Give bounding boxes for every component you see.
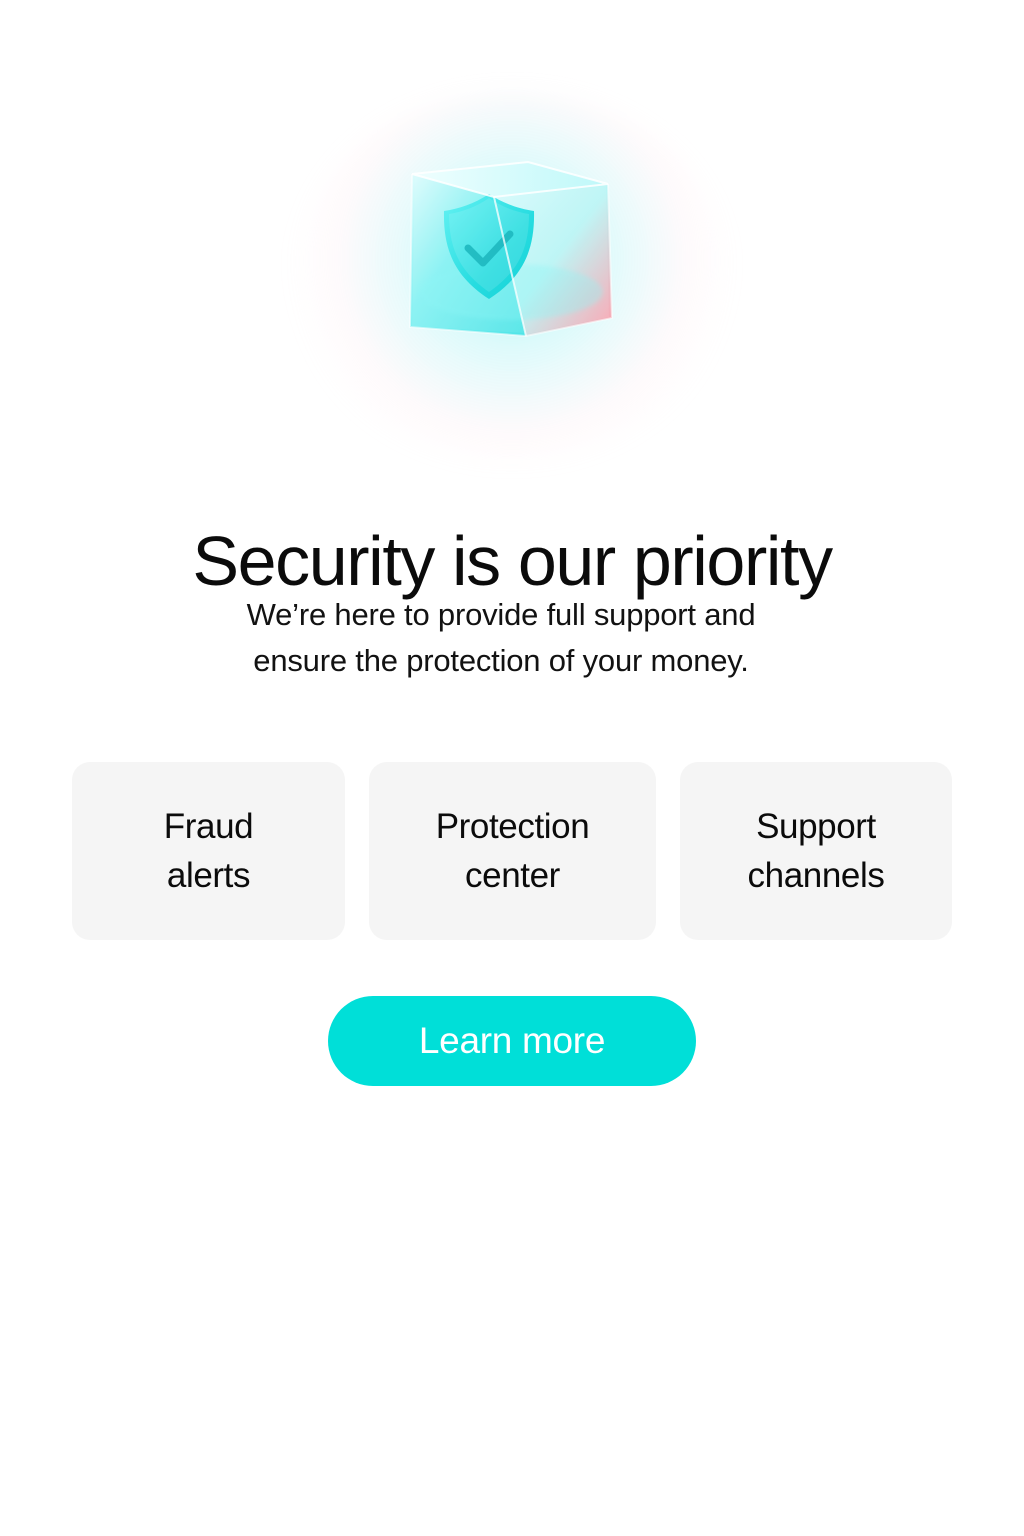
feature-card-list: Fraud alerts Protection center Support c… — [72, 762, 952, 940]
page-subtitle: We’re here to provide full support and e… — [194, 592, 808, 684]
fraud-alerts-label: Fraud alerts — [163, 807, 254, 895]
learn-more-button[interactable]: Learn more — [328, 996, 696, 1086]
protection-center-label: Protection center — [435, 807, 590, 895]
page-title: Security is our priority — [192, 521, 833, 600]
subtitle-line-1: We’re here to provide full support and — [246, 597, 756, 632]
security-cube-illustration — [402, 150, 622, 360]
support-channels-card[interactable]: Support channels — [680, 762, 952, 940]
security-hero — [0, 0, 1024, 470]
subtitle-line-2: ensure the protection of your money. — [253, 643, 749, 678]
support-channels-label: Support channels — [747, 807, 885, 895]
fraud-alerts-card[interactable]: Fraud alerts — [72, 762, 345, 940]
protection-center-card[interactable]: Protection center — [369, 762, 656, 940]
shield-check-icon — [408, 160, 614, 338]
